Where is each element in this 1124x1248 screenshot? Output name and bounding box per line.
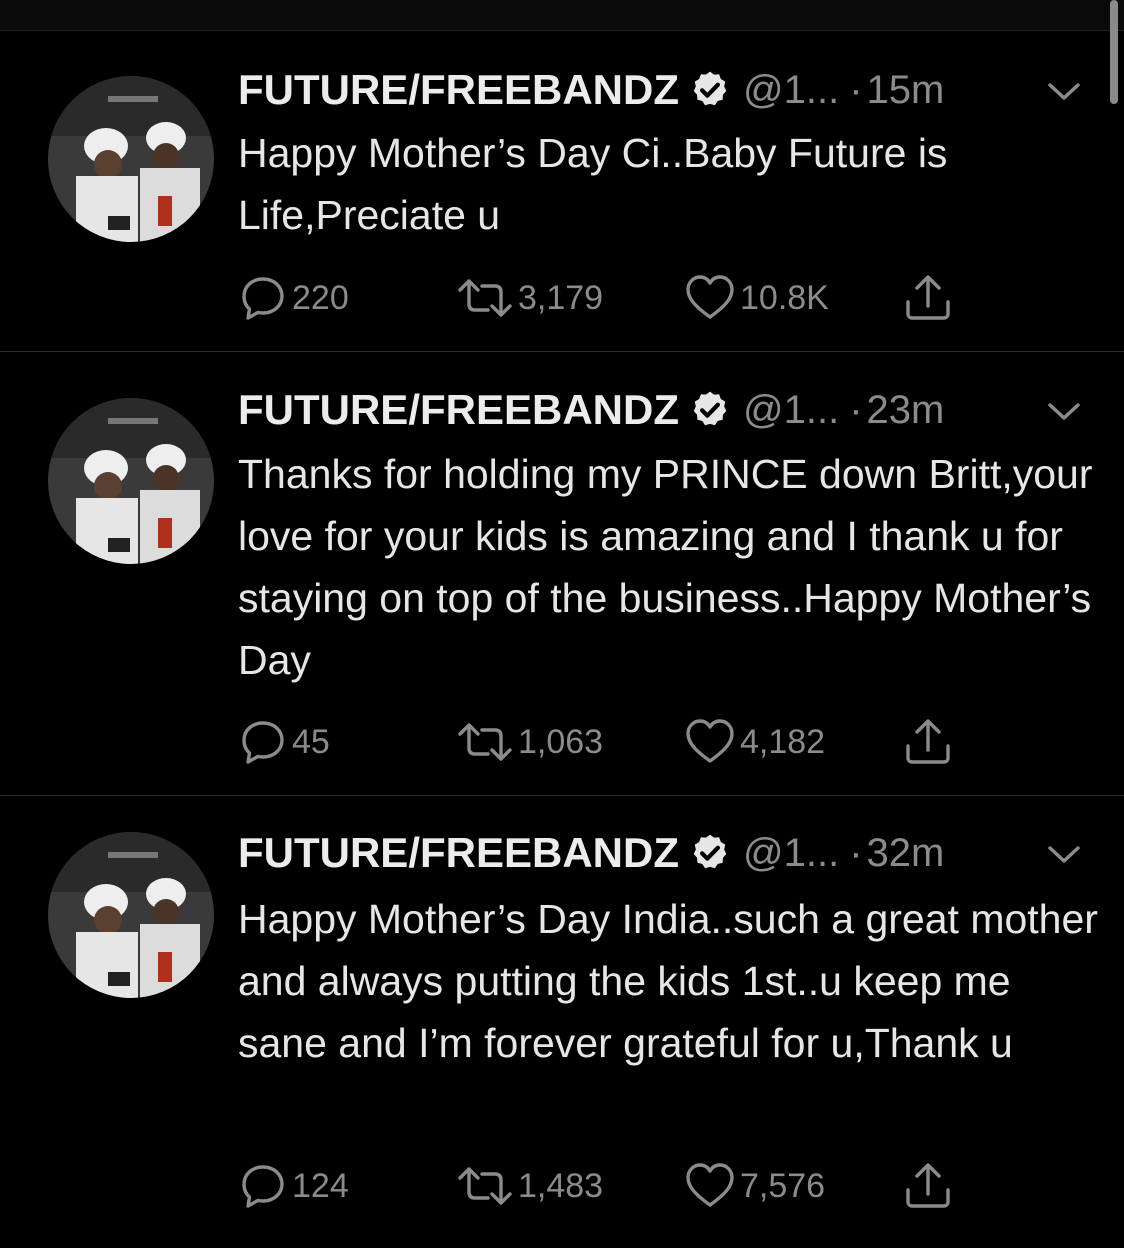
separator-dot: · bbox=[849, 830, 863, 875]
handle[interactable]: @1... bbox=[743, 68, 839, 113]
share-icon bbox=[906, 275, 950, 320]
display-name[interactable]: FUTURE/FREEBANDZ bbox=[238, 386, 679, 434]
reply-icon bbox=[242, 721, 284, 764]
share-icon bbox=[906, 1163, 950, 1208]
tweet-2[interactable]: FUTURE/FREEBANDZ @1... · 23m Thanks for … bbox=[0, 352, 1124, 796]
reply-icon bbox=[242, 1165, 284, 1208]
like-button[interactable]: 7,576 bbox=[684, 1158, 825, 1214]
tweet-header: FUTURE/FREEBANDZ @1... · 15m bbox=[238, 60, 944, 120]
tweet-actions: 45 1,063 4,182 bbox=[238, 714, 998, 770]
chevron-down-icon[interactable] bbox=[1044, 77, 1084, 107]
tweet-actions: 124 1,483 7,576 bbox=[238, 1158, 998, 1214]
tweet-text: Thanks for holding my PRINCE down Britt,… bbox=[238, 451, 1093, 683]
share-button[interactable] bbox=[902, 714, 954, 770]
timestamp[interactable]: 32m bbox=[867, 831, 945, 876]
retweet-button[interactable]: 1,063 bbox=[456, 714, 603, 770]
timestamp[interactable]: 23m bbox=[867, 388, 945, 433]
tweet-header: FUTURE/FREEBANDZ @1... · 23m bbox=[238, 380, 944, 440]
retweet-button[interactable]: 3,179 bbox=[456, 270, 603, 326]
retweet-icon bbox=[458, 279, 512, 317]
top-status-area bbox=[0, 0, 1124, 31]
separator-dot: · bbox=[849, 387, 863, 432]
handle[interactable]: @1... bbox=[743, 388, 839, 433]
tweet-header: FUTURE/FREEBANDZ @1... · 32m bbox=[238, 823, 944, 883]
tweet-actions: 220 3,179 10.8K bbox=[238, 270, 998, 326]
reply-count: 220 bbox=[292, 278, 349, 317]
avatar[interactable] bbox=[48, 76, 214, 242]
reply-button[interactable]: 45 bbox=[238, 714, 330, 770]
handle[interactable]: @1... bbox=[743, 831, 839, 876]
retweet-icon bbox=[458, 1167, 512, 1205]
reply-button[interactable]: 124 bbox=[238, 1158, 349, 1214]
heart-icon bbox=[686, 275, 734, 319]
tweet-text: Happy Mother’s Day Ci..Baby Future is Li… bbox=[238, 130, 948, 238]
tweet-1[interactable]: FUTURE/FREEBANDZ @1... · 15m Happy Mothe… bbox=[0, 30, 1124, 352]
like-button[interactable]: 10.8K bbox=[684, 270, 829, 326]
display-name[interactable]: FUTURE/FREEBANDZ bbox=[238, 829, 679, 877]
reply-count: 124 bbox=[292, 1166, 349, 1205]
tweet-3[interactable]: FUTURE/FREEBANDZ @1... · 32m Happy Mothe… bbox=[0, 796, 1124, 1248]
reply-count: 45 bbox=[292, 722, 330, 761]
display-name[interactable]: FUTURE/FREEBANDZ bbox=[238, 66, 679, 114]
avatar-image bbox=[48, 832, 214, 998]
heart-icon bbox=[686, 1163, 734, 1207]
timestamp[interactable]: 15m bbox=[867, 68, 945, 113]
retweet-count: 1,483 bbox=[518, 1166, 604, 1205]
like-count: 4,182 bbox=[740, 722, 826, 761]
tweet-text: Happy Mother’s Day India..such a great m… bbox=[238, 896, 1098, 1066]
like-count: 10.8K bbox=[740, 278, 829, 317]
like-count: 7,576 bbox=[740, 1166, 826, 1205]
reply-icon bbox=[242, 277, 284, 320]
separator-dot: · bbox=[849, 67, 863, 112]
chevron-down-icon[interactable] bbox=[1044, 397, 1084, 427]
avatar[interactable] bbox=[48, 398, 214, 564]
chevron-down-icon[interactable] bbox=[1044, 840, 1084, 870]
verified-badge-icon bbox=[693, 391, 727, 426]
avatar-image bbox=[48, 398, 214, 564]
verified-badge-icon bbox=[693, 834, 727, 869]
heart-icon bbox=[686, 719, 734, 763]
share-icon bbox=[906, 719, 950, 764]
retweet-count: 1,063 bbox=[518, 722, 604, 761]
retweet-button[interactable]: 1,483 bbox=[456, 1158, 603, 1214]
avatar-image bbox=[48, 76, 214, 242]
avatar[interactable] bbox=[48, 832, 214, 998]
share-button[interactable] bbox=[902, 270, 954, 326]
reply-button[interactable]: 220 bbox=[238, 270, 349, 326]
share-button[interactable] bbox=[902, 1158, 954, 1214]
verified-badge-icon bbox=[693, 71, 727, 106]
retweet-icon bbox=[458, 723, 512, 761]
retweet-count: 3,179 bbox=[518, 278, 604, 317]
like-button[interactable]: 4,182 bbox=[684, 714, 825, 770]
